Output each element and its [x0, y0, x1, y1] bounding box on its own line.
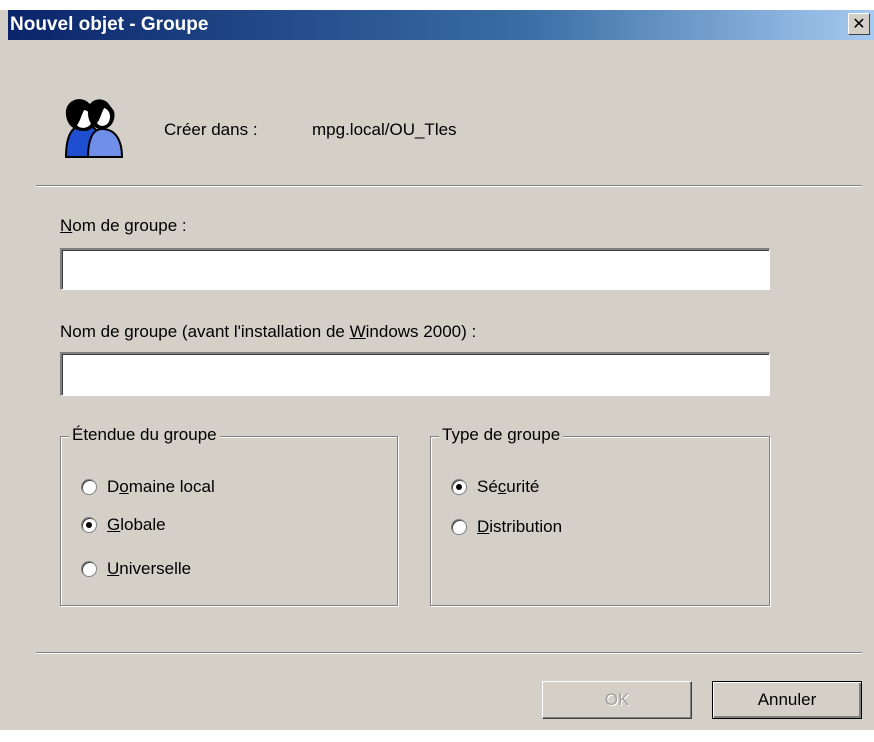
- radio-button[interactable]: [81, 479, 97, 495]
- radio-distribution[interactable]: Distribution: [451, 517, 562, 537]
- radio-global[interactable]: Globale: [81, 515, 166, 535]
- radio-label: Sécurité: [477, 477, 540, 496]
- radio-button[interactable]: [81, 561, 97, 577]
- create-in-label: Créer dans :: [164, 120, 258, 139]
- radio-security[interactable]: Sécurité: [451, 477, 539, 497]
- access-key: N: [60, 216, 73, 235]
- group-name-label: Nom de groupe :: [60, 216, 187, 235]
- title-bar[interactable]: Nouvel objet - Groupe ✕: [8, 10, 874, 40]
- access-key: U: [107, 559, 120, 578]
- close-button[interactable]: ✕: [848, 13, 870, 35]
- group-name-pre2000-field[interactable]: [60, 352, 770, 396]
- group-scope-legend: Étendue du groupe: [69, 425, 220, 445]
- group-name-pre2000-label: Nom de groupe (avant l'installation de W…: [60, 322, 477, 341]
- group-type-legend: Type de groupe: [439, 425, 564, 445]
- separator-bottom: [36, 652, 862, 654]
- radio-label: Domaine local: [107, 477, 215, 496]
- radio-selected-dot: [456, 484, 462, 490]
- radio-label: Universelle: [107, 559, 192, 578]
- radio-label: Distribution: [477, 517, 563, 536]
- radio-label: Globale: [107, 515, 166, 534]
- ok-button[interactable]: OK: [542, 681, 692, 719]
- create-in-value: mpg.local/OU_Tles: [312, 120, 457, 139]
- close-icon: ✕: [852, 16, 866, 33]
- radio-button[interactable]: [451, 479, 467, 495]
- radio-domain-local[interactable]: Domaine local: [81, 477, 215, 497]
- group-users-icon: [64, 99, 124, 158]
- radio-universal[interactable]: Universelle: [81, 559, 191, 579]
- radio-selected-dot: [86, 522, 92, 528]
- group-type-box: Type de groupe Sécurité Distribution: [430, 425, 770, 606]
- access-key: o: [119, 477, 129, 496]
- separator-top: [36, 185, 862, 187]
- radio-button[interactable]: [81, 517, 97, 533]
- group-name-field[interactable]: [60, 248, 770, 290]
- access-key: G: [107, 515, 121, 534]
- cancel-button[interactable]: Annuler: [712, 681, 862, 719]
- window-title: Nouvel objet - Groupe: [10, 14, 209, 35]
- radio-button[interactable]: [451, 519, 467, 535]
- group-name-pre2000-input[interactable]: [62, 354, 769, 395]
- group-scope-box: Étendue du groupe Domaine local Globale …: [60, 425, 398, 606]
- access-key: W: [349, 322, 366, 341]
- group-name-input[interactable]: [62, 250, 769, 289]
- access-key: D: [477, 517, 490, 536]
